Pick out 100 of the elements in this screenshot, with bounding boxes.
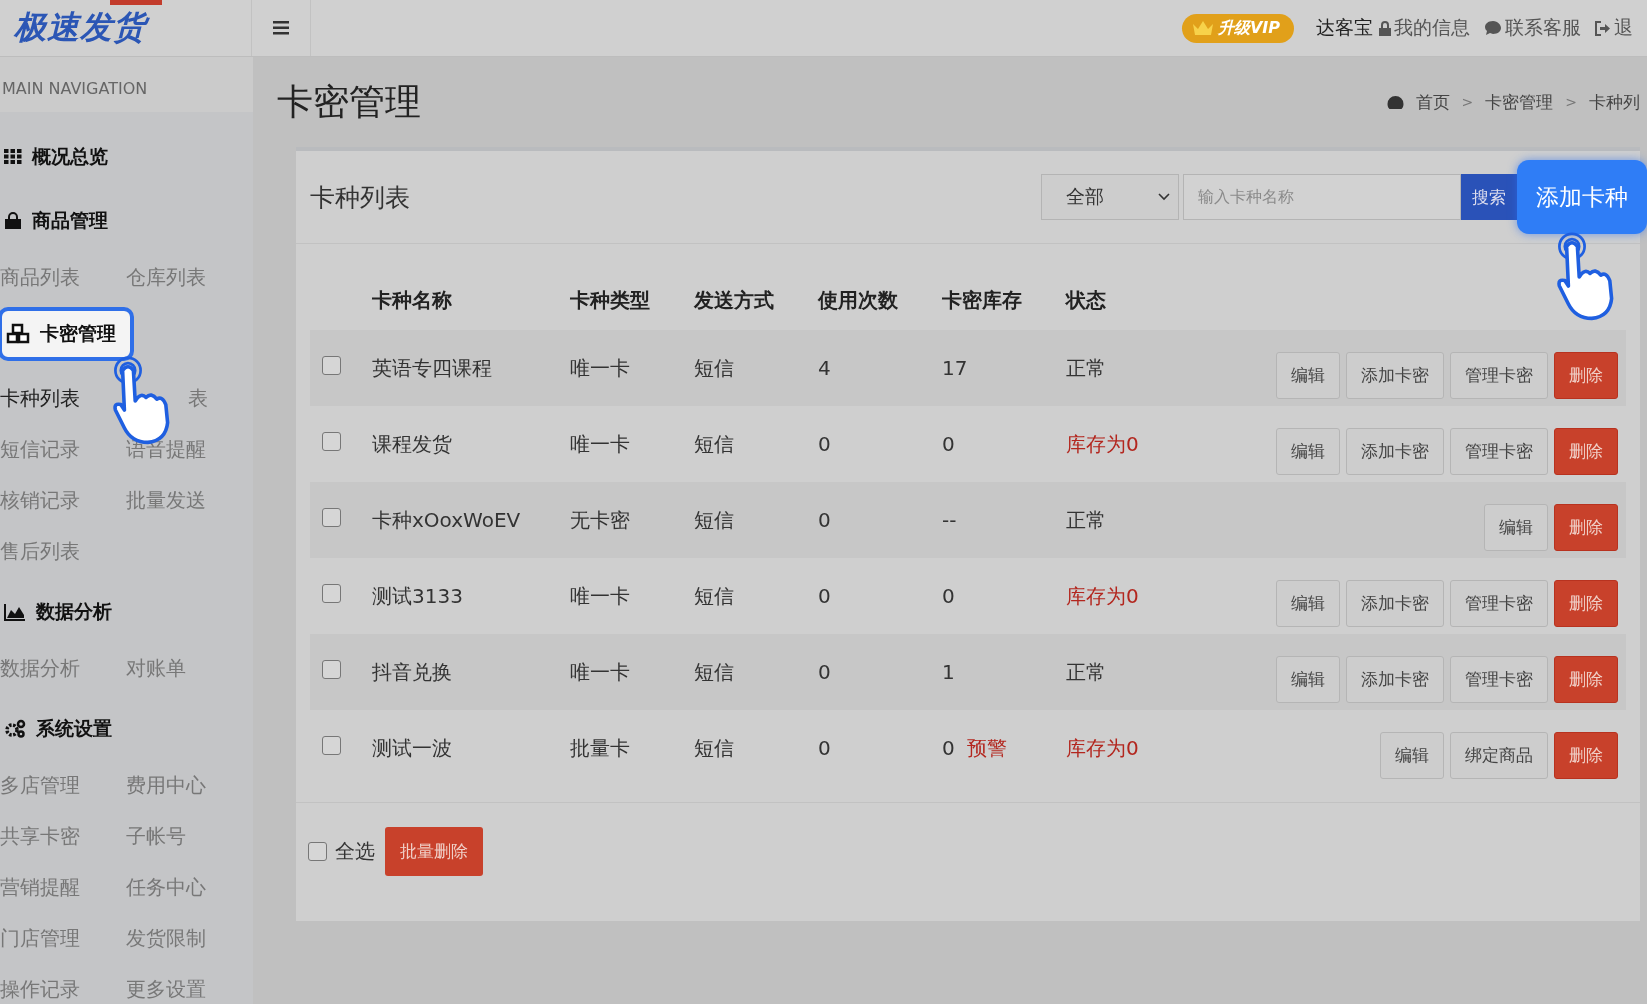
sidebar-item[interactable]: 表 [188, 385, 208, 412]
sidebar-item[interactable]: 数据分析 [0, 655, 80, 682]
sidebar-item[interactable]: 短信记录 [0, 436, 80, 463]
action-button[interactable]: 删除 [1554, 427, 1618, 475]
header-link[interactable]: 退 [1595, 15, 1633, 41]
gears-icon [4, 719, 26, 739]
status-text: 库存为0 [1066, 430, 1140, 458]
sidebar-item[interactable]: 子帐号 [126, 823, 186, 850]
column-header: 使用次数 [818, 286, 899, 314]
sidebar-item[interactable]: 费用中心 [126, 772, 206, 799]
breadcrumb-link[interactable]: 卡密管理 [1485, 90, 1554, 114]
sidebar-section-title[interactable]: 概况总览 [0, 138, 108, 176]
row-checkbox[interactable] [322, 508, 341, 527]
sidebar-item[interactable]: 核销记录 [0, 487, 80, 514]
table-cell-text: 课程发货 [372, 430, 453, 458]
filter-select[interactable]: 全部 [1041, 174, 1179, 220]
status-text: 正常 [1066, 506, 1107, 534]
sidebar-item[interactable]: 共享卡密 [0, 823, 80, 850]
nav-heading: MAIN NAVIGATION [0, 57, 253, 112]
action-button[interactable]: 编辑 [1276, 579, 1340, 627]
status-text: 库存为0 [1066, 734, 1140, 762]
column-header: 状态 [1066, 286, 1107, 314]
header-link[interactable]: 我的信息 [1379, 15, 1470, 41]
sidebar-item[interactable]: 更多设置 [126, 976, 206, 1003]
action-button[interactable]: 添加卡密 [1346, 655, 1444, 703]
header-link[interactable]: 联系客服 [1484, 15, 1581, 41]
sidebar-item[interactable]: 售后列表 [0, 538, 80, 565]
action-button[interactable]: 添加卡密 [1346, 579, 1444, 627]
search-button[interactable]: 搜索 [1461, 174, 1517, 220]
action-button[interactable]: 添加卡密 [1346, 351, 1444, 399]
row-checkbox[interactable] [322, 660, 341, 679]
sidebar-item[interactable]: 商品列表 [0, 264, 80, 291]
table-cell-text: 测试一波 [372, 734, 453, 762]
sidebar-item[interactable]: 多店管理 [0, 772, 80, 799]
action-button[interactable]: 删除 [1554, 731, 1618, 779]
action-button[interactable]: 删除 [1554, 503, 1618, 551]
table-cell-text: 抖音兑换 [372, 658, 453, 686]
table-cell-text: 0 [818, 584, 832, 608]
row-checkbox[interactable] [322, 584, 341, 603]
breadcrumb-link[interactable]: 首页 [1415, 90, 1450, 114]
action-button[interactable]: 管理卡密 [1450, 655, 1548, 703]
table-cell-text: 4 [818, 356, 832, 380]
table-cell: -- [942, 508, 957, 532]
search-field[interactable]: 输入卡种名称 [1183, 174, 1461, 220]
sidebar-section-title[interactable]: 商品管理 [0, 202, 108, 240]
breadcrumb-separator: > [1461, 94, 1474, 110]
sidebar-item[interactable]: 批量发送 [126, 487, 206, 514]
action-button[interactable]: 删除 [1554, 579, 1618, 627]
sidebar-section-title[interactable]: 系统设置 [0, 710, 112, 748]
action-button[interactable]: 编辑 [1276, 427, 1340, 475]
row-checkbox[interactable] [322, 356, 341, 375]
table-cell-text: 卡种xOoxWoEV [372, 506, 522, 534]
breadcrumb-link[interactable]: 卡种列 [1589, 90, 1640, 114]
action-button[interactable]: 编辑 [1484, 503, 1548, 551]
sign-out-icon [1595, 20, 1611, 36]
row-checkbox[interactable] [322, 432, 341, 451]
sidebar-item[interactable]: 门店管理 [0, 925, 80, 952]
logo-tag [110, 0, 162, 5]
column-header: 卡种名称 [372, 286, 453, 314]
action-button[interactable]: 管理卡密 [1450, 427, 1548, 475]
menu-icon[interactable] [273, 21, 289, 35]
sidebar-item[interactable]: 卡种列表 [0, 385, 80, 412]
table-cell-text: 唯一卡 [570, 354, 631, 382]
status-text: 正常 [1066, 354, 1107, 382]
status-text: 正常 [1066, 658, 1107, 686]
row-checkbox[interactable] [322, 736, 341, 755]
lock-icon [1379, 20, 1391, 36]
warning-label: 预警 [966, 735, 1007, 760]
table-cell-text: 唯一卡 [570, 582, 631, 610]
page-title: 卡密管理 [277, 79, 422, 124]
batch-delete-button[interactable]: 批量删除 [385, 827, 483, 876]
sidebar-item[interactable]: 操作记录 [0, 976, 80, 1003]
sidebar-item[interactable]: 对账单 [126, 655, 186, 682]
highlighted-menu-item[interactable]: 卡密管理 [0, 307, 134, 361]
action-button[interactable]: 管理卡密 [1450, 351, 1548, 399]
sidebar-item[interactable]: 营销提醒 [0, 874, 80, 901]
select-all-checkbox[interactable] [308, 842, 327, 861]
table-cell-text: 0 [818, 508, 832, 532]
table-cell-text: 英语专四课程 [372, 354, 493, 382]
action-button[interactable]: 删除 [1554, 351, 1618, 399]
table-cell: 1 [942, 660, 955, 684]
add-card-type-button[interactable]: 添加卡种 [1517, 160, 1647, 234]
card-title: 卡种列表 [310, 181, 411, 214]
column-header: 发送方式 [694, 286, 775, 314]
table-cell-text: 短信 [694, 582, 735, 610]
sidebar-section-title[interactable]: 数据分析 [0, 593, 112, 631]
action-button[interactable]: 管理卡密 [1450, 579, 1548, 627]
sidebar-item[interactable]: 仓库列表 [126, 264, 206, 291]
sidebar-item[interactable]: 任务中心 [126, 874, 206, 901]
action-button[interactable]: 删除 [1554, 655, 1618, 703]
table-cell: 0 [942, 432, 955, 456]
action-button[interactable]: 绑定商品 [1450, 731, 1548, 779]
action-button[interactable]: 编辑 [1380, 731, 1444, 779]
upgrade-vip-badge[interactable]: 升级VIP [1181, 13, 1294, 43]
chevron-down-icon [1158, 193, 1170, 201]
chat-bubble-icon [1484, 20, 1502, 36]
action-button[interactable]: 编辑 [1276, 655, 1340, 703]
action-button[interactable]: 添加卡密 [1346, 427, 1444, 475]
sidebar-item[interactable]: 发货限制 [126, 925, 206, 952]
action-button[interactable]: 编辑 [1276, 351, 1340, 399]
